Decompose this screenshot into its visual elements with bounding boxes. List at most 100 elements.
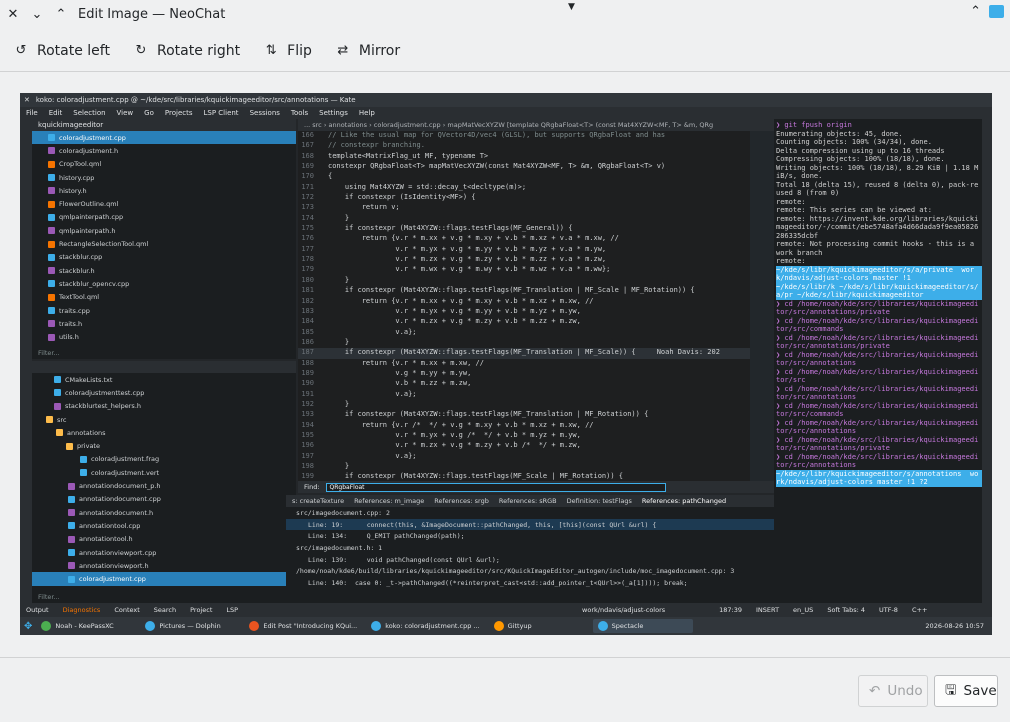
- image-canvas[interactable]: ✕ koko: coloradjustment.cpp @ ~/kde/src/…: [0, 73, 1010, 657]
- window-menu-icon[interactable]: ▼: [568, 2, 575, 12]
- terminal-line: ❯ cd /home/noah/kde/src/libraries/kquick…: [776, 333, 979, 351]
- terminal-line: remote: This series can be viewed at:: [776, 206, 932, 214]
- terminal-line: ❯ cd /home/noah/kde/src/libraries/kquick…: [776, 384, 979, 402]
- terminal-line: ❯ cd /home/noah/kde/src/libraries/kquick…: [776, 299, 979, 317]
- terminal-line: ❯ cd /home/noah/kde/src/libraries/kquick…: [776, 435, 979, 453]
- chat-icon[interactable]: [989, 5, 1004, 18]
- code-text: v.a};: [328, 451, 417, 460]
- project-file-row: CropTool.qml: [32, 158, 296, 171]
- window-titlebar: ✕ ⌄ ⌃ Edit Image — NeoChat ▼ ⌃: [0, 0, 1010, 28]
- undo-label: Undo: [887, 683, 923, 699]
- rotate-right-button[interactable]: ↻ Rotate right: [132, 42, 241, 60]
- flip-button[interactable]: ⇅ Flip: [262, 42, 312, 60]
- line-number: 186: [301, 337, 314, 346]
- code-text: }: [328, 213, 350, 222]
- keep-above-icon[interactable]: ⌃: [970, 4, 981, 19]
- code-text: using Mat4XYZW = std::decay_t<decltype(m…: [328, 182, 527, 191]
- project-file-name: qmlpainterpath.cpp: [59, 213, 124, 222]
- file-icon: [68, 495, 75, 503]
- code-line: 194 return {v.r /* */ + v.g * m.xy + v.b…: [298, 421, 774, 431]
- code-text: v.g * m.yy + m.yw,: [328, 368, 472, 377]
- code-line: 193 if constexpr (Mat4XYZW::flags.testFl…: [298, 410, 774, 420]
- document-file-row: coloradjustment.vert: [32, 466, 296, 479]
- mirror-button[interactable]: ⇄ Mirror: [334, 42, 400, 60]
- minimize-icon[interactable]: ⌄: [26, 3, 48, 25]
- kate-menu-item: Selection: [73, 109, 106, 117]
- status-cursor-pos: 187:39: [719, 606, 743, 614]
- taskbar-item: Pictures — Dolphin: [140, 619, 240, 633]
- save-button[interactable]: 🖫 Save: [934, 675, 998, 707]
- line-number: 198: [301, 462, 314, 470]
- code-line: 175 if constexpr (Mat4XYZW::flags.testFl…: [298, 224, 774, 234]
- file-icon: [48, 293, 55, 301]
- kate-menu-item: Help: [358, 109, 375, 117]
- project-file-name: stackblur.cpp: [59, 253, 103, 262]
- file-icon: [68, 482, 75, 490]
- code-line: 170 {: [298, 172, 774, 182]
- reference-tab: Definition: testFlags: [566, 497, 632, 505]
- terminal-line: ❯ cd /home/noah/kde/src/libraries/kquick…: [776, 316, 979, 334]
- document-file-name: annotationviewport.h: [79, 561, 149, 570]
- project-file-row: traits.h: [32, 317, 296, 330]
- kate-window-title: koko: coloradjustment.cpp @ ~/kde/src/li…: [35, 96, 356, 104]
- document-file-row: annotationtool.h: [32, 533, 296, 546]
- file-icon: [68, 549, 75, 556]
- project-file-name: stackblur_opencv.cpp: [59, 279, 130, 288]
- code-line: 176 return {v.r * m.xx + v.g * m.xy + v.…: [298, 234, 774, 244]
- document-file-name: annotationdocument_p.h: [79, 482, 161, 491]
- project-file-name: qmlpainterpath.h: [59, 226, 116, 235]
- rotate-left-button[interactable]: ↺ Rotate left: [12, 42, 110, 60]
- rotate-left-label: Rotate left: [37, 42, 110, 59]
- document-file-row: annotationviewport.h: [32, 559, 296, 572]
- line-number: 191: [301, 389, 314, 398]
- code-text: template<MatrixFlag_ut MF, typename T>: [328, 151, 489, 160]
- kate-menu-item: Edit: [48, 109, 63, 117]
- close-icon[interactable]: ✕: [2, 3, 24, 25]
- terminal-line: Enumerating objects: 45, done.: [776, 129, 903, 138]
- code-line: 171 using Mat4XYZW = std::decay_t<declty…: [298, 183, 774, 193]
- rotate-right-icon: ↻: [135, 43, 147, 58]
- project-file-row: coloradjustment.cpp: [32, 131, 296, 145]
- terminal-line: ❯ cd /home/noah/kde/src/libraries/kquick…: [776, 350, 979, 368]
- maximize-icon[interactable]: ⌃: [50, 3, 72, 25]
- file-icon: [48, 134, 55, 142]
- project-file-name: traits.h: [59, 319, 83, 328]
- code-line: 195 v.r * m.yx + v.g /* */ + v.b * m.yz …: [298, 431, 774, 441]
- line-number: 172: [301, 193, 314, 202]
- task-app-icon: [597, 621, 608, 631]
- reference-row: Line: 140: case 0: _t->pathChanged((*rei…: [308, 578, 688, 587]
- file-icon: [48, 240, 55, 248]
- status-lsp: LSP: [226, 606, 239, 614]
- line-number: 177: [301, 244, 314, 253]
- terminal-line: ❯ cd /home/noah/kde/src/libraries/kquick…: [776, 452, 979, 470]
- kate-menu-item: LSP Client: [203, 109, 239, 117]
- code-text: v.a};: [328, 327, 417, 336]
- project-file-row: history.cpp: [32, 171, 296, 184]
- code-text: v.r * m.yx + v.g * m.yy + v.b * m.yz + v…: [328, 244, 607, 253]
- kate-menubar: File Edit Selection View Go Projects LSP Clien…: [20, 107, 992, 119]
- project-file-name: history.h: [59, 186, 87, 195]
- undo-button[interactable]: ↶ Undo: [858, 675, 928, 707]
- code-text: if constexpr (Mat4XYZW::flags.testFlags(…: [328, 224, 573, 233]
- file-icon: [48, 280, 55, 288]
- code-line: 180 }: [298, 276, 774, 286]
- code-text: }: [328, 337, 350, 346]
- kate-close-icon: ✕: [24, 96, 30, 104]
- references-panel: s: createTexture References: m_image Refer…: [286, 495, 774, 603]
- save-label: Save: [963, 683, 997, 699]
- document-file-name: annotationviewport.cpp: [79, 548, 157, 557]
- document-file-row: annotationdocument.h: [32, 506, 296, 519]
- status-mode: INSERT: [756, 606, 780, 614]
- documents-filter: Filter...: [38, 593, 60, 601]
- reference-row: src/imagedocument.h: 1: [296, 543, 383, 552]
- file-icon: [56, 429, 63, 437]
- document-file-name: annotations: [67, 428, 106, 437]
- code-line: 184 v.r * m.zx + v.g * m.zy + v.b * m.zz…: [298, 317, 774, 327]
- launcher-icon: ✥: [24, 620, 33, 632]
- taskbar-item-label: Pictures — Dolphin: [159, 622, 221, 630]
- line-number: 197: [301, 451, 314, 460]
- code-line: 166 // Like the usual map for QVector4D/v…: [298, 131, 774, 141]
- window-title: Edit Image — NeoChat: [78, 6, 226, 22]
- taskbar-item: Spectacle: [592, 619, 693, 633]
- document-file-row: annotationtool.cpp: [32, 519, 296, 532]
